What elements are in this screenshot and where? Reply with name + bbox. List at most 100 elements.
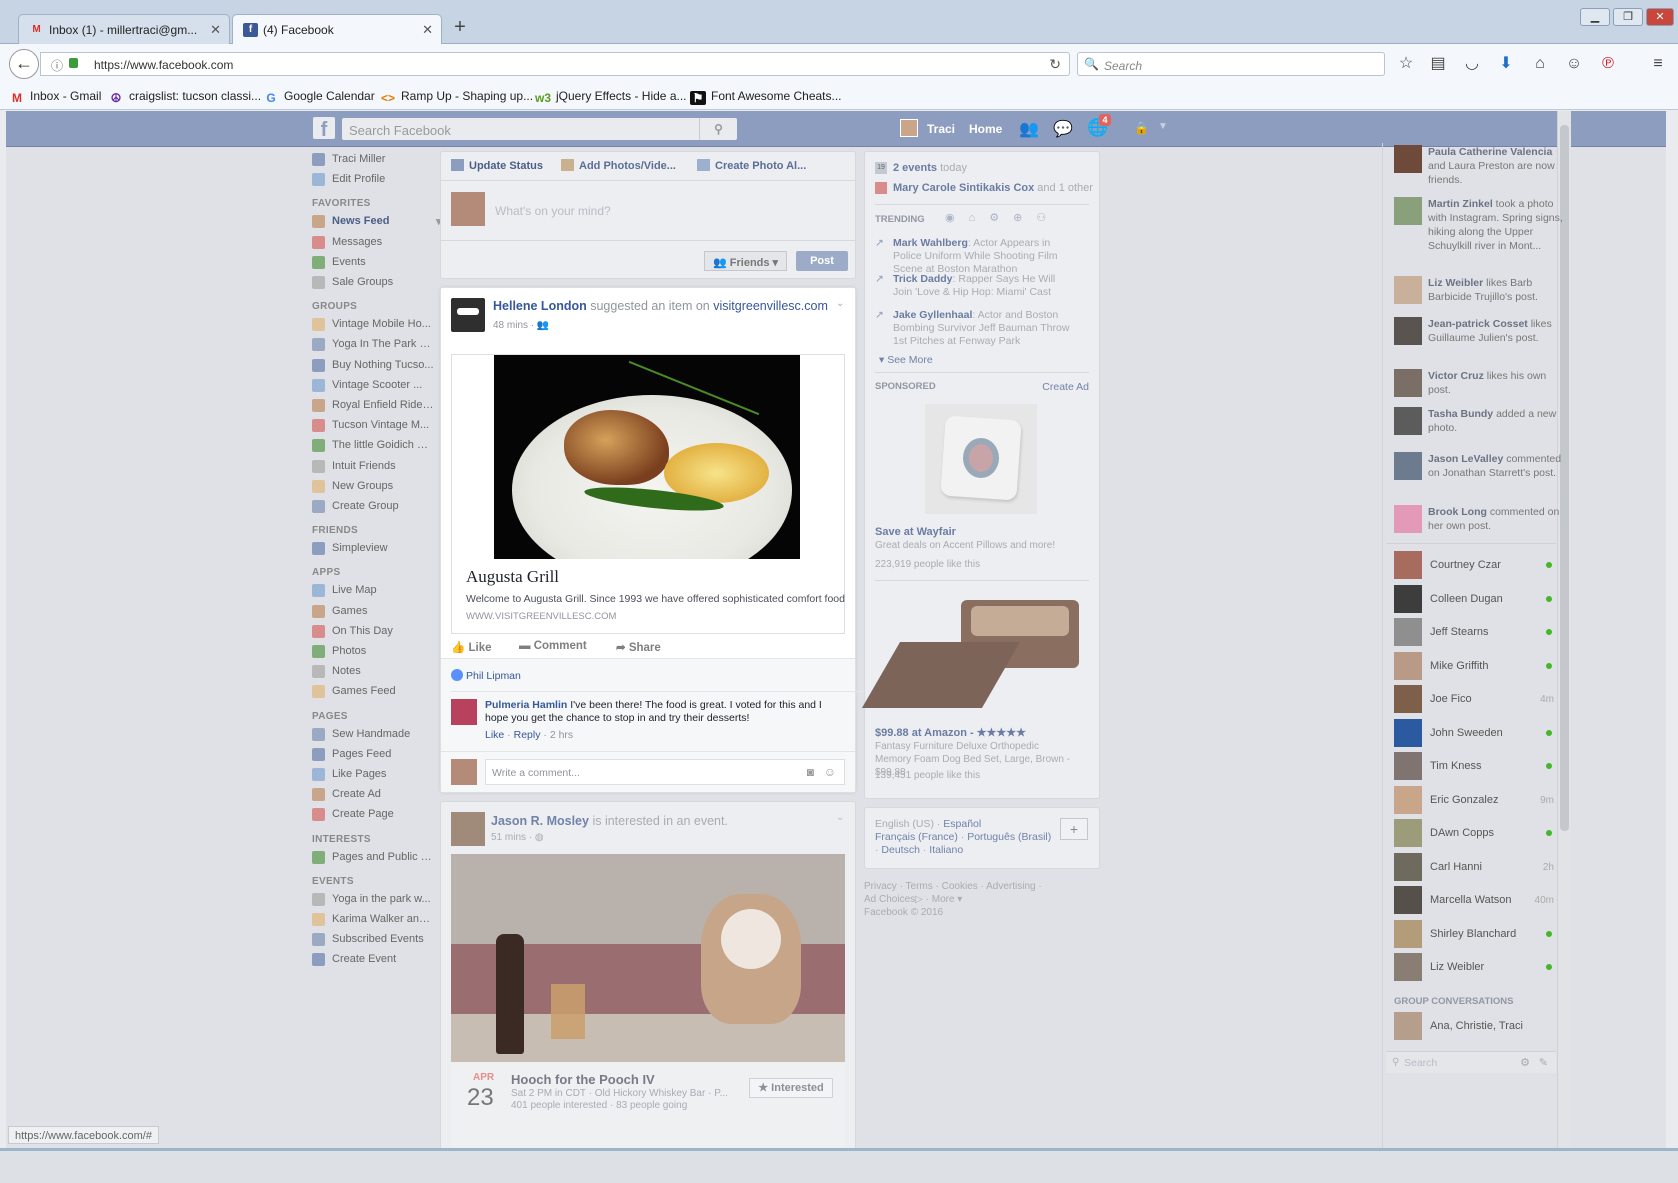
event-photo[interactable]: [451, 854, 845, 1062]
footer-link[interactable]: Ad Choices: [864, 894, 915, 905]
ticker-item[interactable]: Jean-patrick Cosset likes Guillaume Juli…: [1394, 317, 1564, 357]
ad-title[interactable]: Save at Wayfair: [875, 526, 956, 538]
avatar[interactable]: [900, 119, 918, 137]
chat-contact[interactable]: Tim Kness: [1394, 752, 1554, 780]
reading-list-icon[interactable]: ▤: [1428, 54, 1448, 74]
facebook-search-input[interactable]: Search Facebook ⚲: [342, 118, 737, 140]
download-icon[interactable]: ⬇: [1496, 54, 1516, 74]
friend-requests-icon[interactable]: 👥: [1019, 119, 1039, 139]
bookmark-craigslist[interactable]: ☮ craigslist: tucson classi...: [108, 89, 261, 105]
language-link[interactable]: Français (France): [875, 831, 958, 843]
composer-input[interactable]: What's on your mind?: [495, 204, 611, 218]
ticker-item[interactable]: Brook Long commented on her own post.: [1394, 505, 1564, 545]
chat-contact[interactable]: Colleen Dugan: [1394, 584, 1554, 613]
tab-update-status[interactable]: Update Status: [451, 159, 543, 172]
tab-add-photos[interactable]: Add Photos/Vide...: [561, 159, 676, 172]
trending-topic[interactable]: Mark Wahlberg: [893, 237, 968, 249]
ticker-item[interactable]: Martin Zinkel took a photo with Instagra…: [1394, 197, 1564, 252]
browser-search-box[interactable]: 🔍 Search: [1077, 52, 1385, 76]
events-today-link[interactable]: 2 events: [893, 162, 937, 174]
home-icon[interactable]: ⌂: [1530, 54, 1550, 74]
chat-contact[interactable]: Courtney Czar: [1394, 551, 1554, 579]
comment-time[interactable]: 2 hrs: [550, 729, 573, 741]
chat-contact[interactable]: Shirley Blanchard: [1394, 919, 1554, 948]
comment-like-link[interactable]: Like: [485, 729, 504, 741]
avatar[interactable]: [451, 298, 485, 332]
trending-item[interactable]: ↗ Jake Gyllenhaal: Actor and Boston Bombi…: [875, 309, 1075, 348]
trending-topic[interactable]: Trick Daddy: [893, 273, 953, 285]
like-summary[interactable]: Phil Lipman: [451, 669, 521, 682]
pinterest-icon[interactable]: ℗: [1598, 54, 1618, 74]
footer-link[interactable]: Privacy: [864, 881, 897, 892]
chevron-down-icon[interactable]: ⌄: [836, 298, 844, 309]
facebook-logo-icon[interactable]: f: [313, 117, 335, 141]
footer-link[interactable]: More: [932, 894, 955, 905]
group-conversation[interactable]: Ana, Christie, Traci: [1394, 1012, 1554, 1040]
reload-icon[interactable]: ↻: [1049, 56, 1061, 73]
address-bar[interactable]: ⓘ https://www.facebook.com ↻: [40, 52, 1070, 76]
ticker-item[interactable]: Tasha Bundy added a new photo.: [1394, 407, 1564, 447]
ticker-item[interactable]: Jason LeValley commented on Jonathan Sta…: [1394, 452, 1564, 492]
tab-facebook[interactable]: f (4) Facebook ✕: [232, 14, 442, 44]
post-author[interactable]: Hellene London: [493, 299, 587, 313]
chat-contact[interactable]: Liz Weibler: [1394, 953, 1554, 981]
bookmark-gmail[interactable]: M Inbox - Gmail: [9, 89, 101, 105]
chat-contact[interactable]: Eric Gonzalez 9m: [1394, 785, 1554, 814]
trending-topic[interactable]: Jake Gyllenhaal: [893, 309, 972, 321]
ticker-item[interactable]: Paula Catherine Valencia and Laura Prest…: [1394, 145, 1564, 186]
menu-icon[interactable]: ≡: [1648, 54, 1668, 74]
dog-bed-ad-image[interactable]: [861, 592, 1089, 718]
interested-button[interactable]: ★ Interested: [749, 1078, 833, 1098]
chat-contact[interactable]: Joe Fico 4m: [1394, 685, 1554, 713]
pocket-icon[interactable]: ◡: [1462, 54, 1482, 74]
post-button[interactable]: Post: [796, 251, 848, 271]
chat-contact[interactable]: DAwn Copps: [1394, 819, 1554, 847]
back-button[interactable]: ←: [9, 49, 39, 79]
post-time[interactable]: 48 mins: [493, 320, 528, 331]
comment-input[interactable]: Write a comment... ◙ ☺: [485, 759, 845, 785]
footer-link[interactable]: Cookies: [942, 881, 978, 892]
bookmark-font-awesome[interactable]: ⚑ Font Awesome Cheats...: [690, 89, 842, 105]
audience-selector[interactable]: 👥 Friends ▾: [704, 251, 787, 271]
close-icon[interactable]: ✕: [210, 22, 221, 38]
event-title[interactable]: Hooch for the Pooch IV: [511, 1072, 655, 1087]
bookmark-jquery[interactable]: w3 jQuery Effects - Hide a...: [535, 89, 687, 105]
emoji-icon[interactable]: ☺: [824, 765, 836, 779]
language-link[interactable]: Español: [943, 818, 981, 830]
tab-create-album[interactable]: Create Photo Al...: [697, 159, 806, 172]
maximize-button[interactable]: ❐: [1613, 8, 1643, 26]
birthday-link[interactable]: Mary Carole Sintikakis Cox: [893, 182, 1034, 194]
language-link[interactable]: Italiano: [929, 844, 963, 856]
comment-author[interactable]: Pulmeria Hamlin: [485, 699, 567, 711]
footer-link[interactable]: Terms: [906, 881, 933, 892]
gear-icon[interactable]: ⚙: [1520, 1056, 1530, 1069]
link-preview[interactable]: Augusta Grill Welcome to Augusta Grill. …: [451, 354, 845, 634]
trending-item[interactable]: ↗ Mark Wahlberg: Actor Appears in Police …: [875, 237, 1075, 276]
compose-icon[interactable]: ✎: [1539, 1056, 1548, 1069]
create-ad-link[interactable]: Create Ad: [1042, 381, 1089, 393]
share-button[interactable]: ➦ Share: [616, 640, 661, 654]
search-icon[interactable]: ⚲: [699, 118, 737, 140]
chat-contact[interactable]: Jeff Stearns: [1394, 618, 1554, 646]
chat-icon[interactable]: ☺: [1564, 54, 1584, 74]
trending-category-icons[interactable]: ◉⌂⚙⊕⚇: [945, 211, 1060, 224]
info-icon[interactable]: ⓘ: [51, 57, 63, 74]
ticker-item[interactable]: Victor Cruz likes his own post.: [1394, 369, 1564, 409]
close-icon[interactable]: ✕: [422, 22, 433, 38]
avatar[interactable]: [451, 812, 485, 846]
event-card[interactable]: APR 23 Hooch for the Pooch IV Sat 2 PM i…: [451, 1062, 845, 1148]
chat-contact[interactable]: Mike Griffith: [1394, 651, 1554, 680]
profile-link[interactable]: Traci: [927, 122, 955, 136]
home-link[interactable]: Home: [969, 122, 1002, 136]
trending-item[interactable]: ↗ Trick Daddy: Rapper Says He Will Join '…: [875, 273, 1075, 299]
ticker-item[interactable]: Liz Weibler likes Barb Barbicide Trujill…: [1394, 276, 1564, 316]
chevron-down-icon[interactable]: ▼: [1158, 121, 1168, 132]
post-author[interactable]: Jason R. Mosley: [491, 814, 589, 828]
minimize-button[interactable]: ▁: [1580, 8, 1610, 26]
comment-button[interactable]: ▬ Comment: [519, 640, 587, 652]
page-scrollbar[interactable]: [1557, 111, 1571, 1148]
chat-contact[interactable]: Marcella Watson 40m: [1394, 886, 1554, 914]
add-language-button[interactable]: +: [1060, 818, 1088, 840]
bookmark-star-icon[interactable]: ☆: [1396, 54, 1416, 74]
language-link[interactable]: Deutsch: [881, 844, 920, 856]
